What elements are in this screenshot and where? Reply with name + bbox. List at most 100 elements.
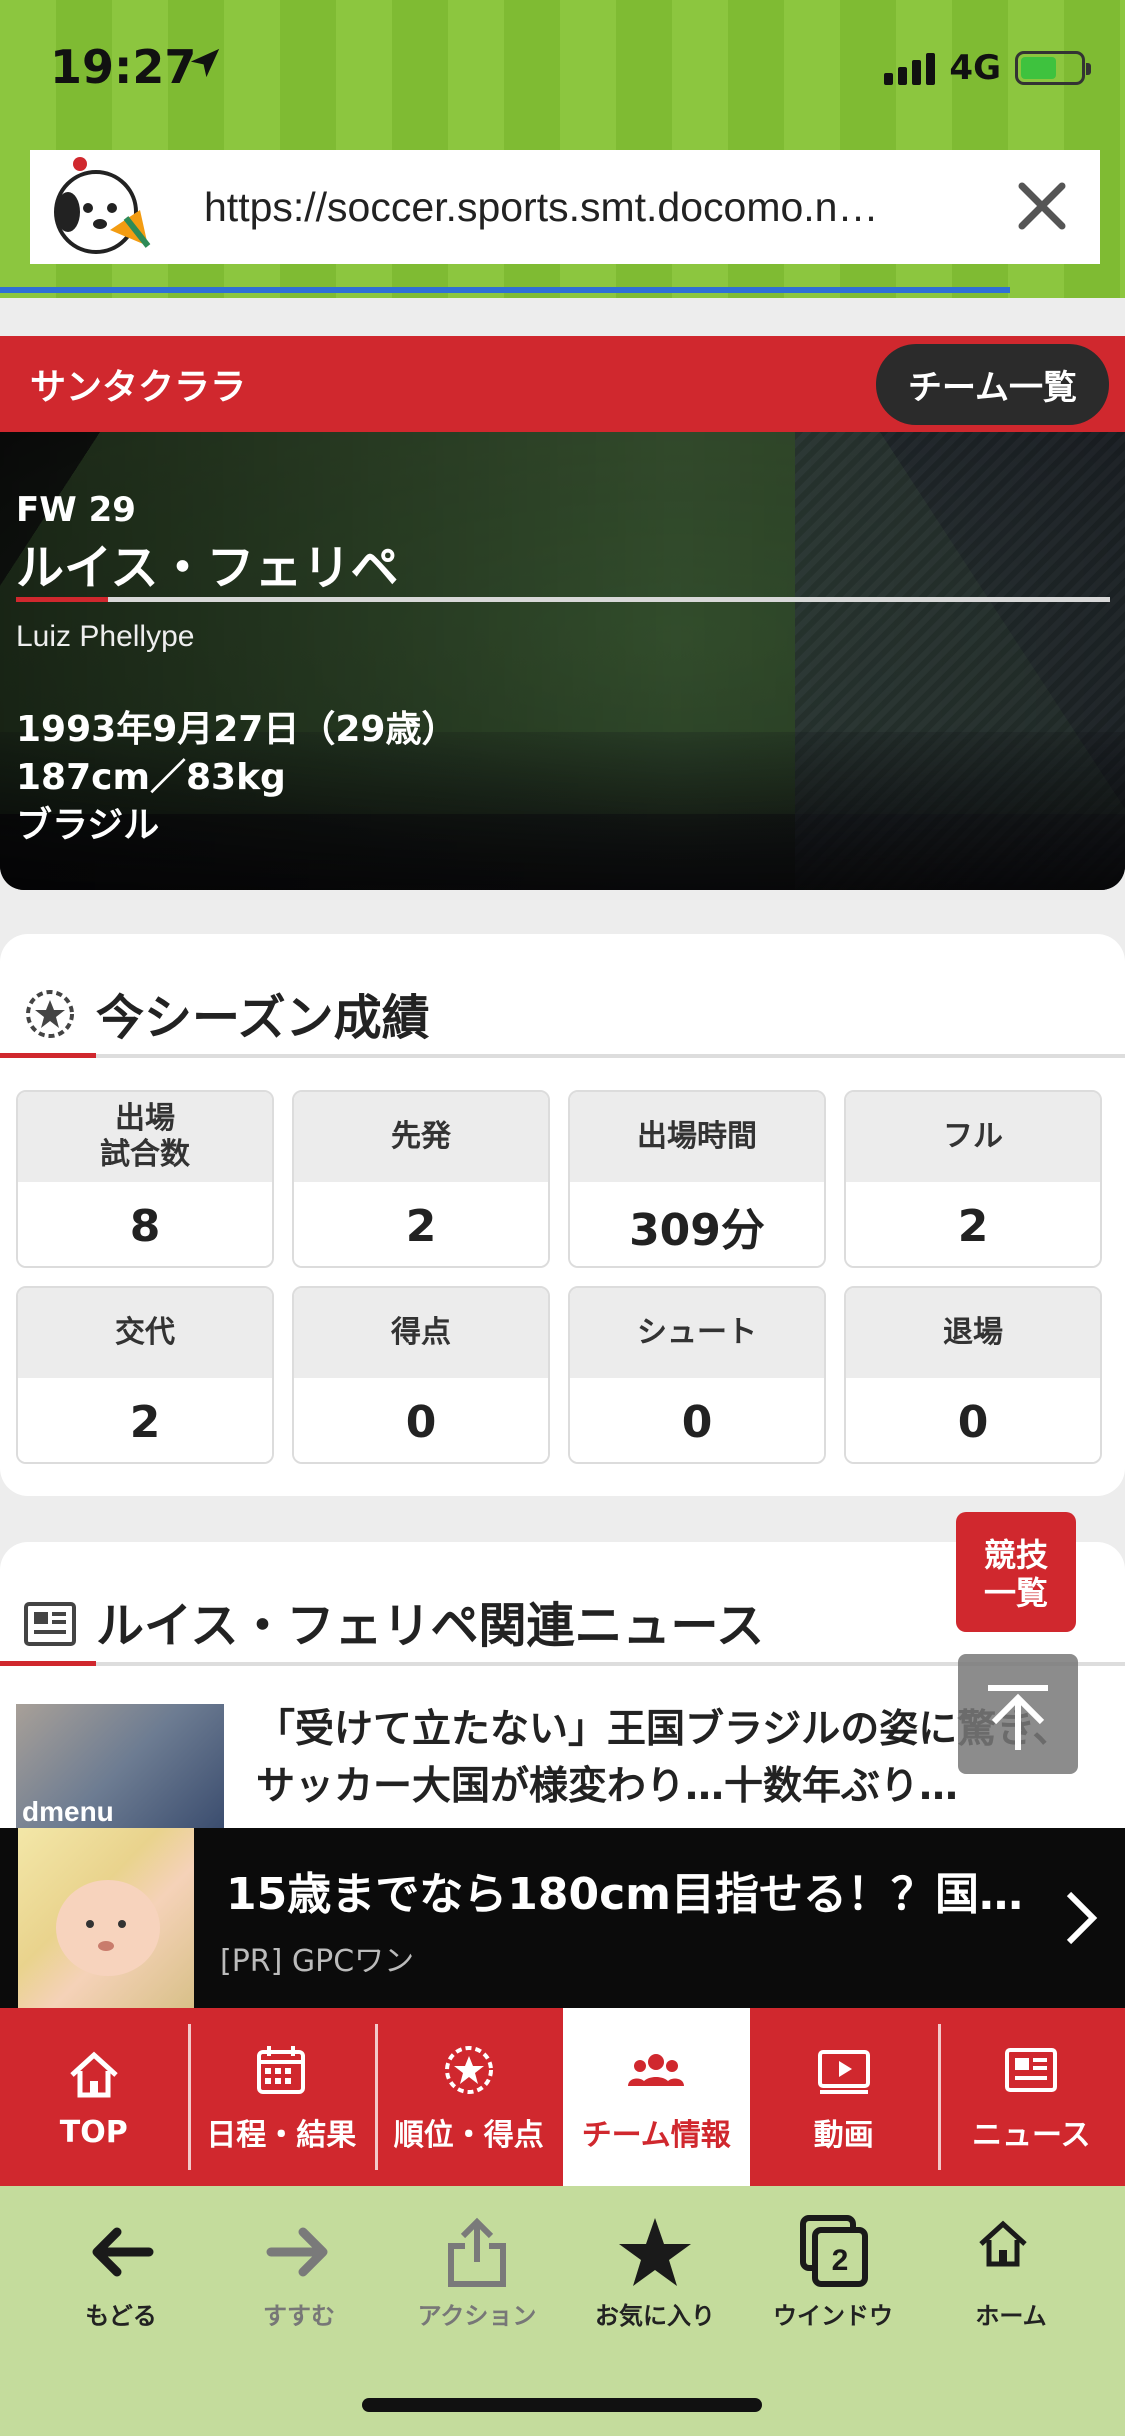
divider bbox=[16, 597, 1110, 602]
nav-label: ニュース bbox=[972, 2110, 1091, 2154]
page-load-progress bbox=[0, 287, 1010, 293]
team-header: サンタクララ チーム一覧 bbox=[0, 336, 1125, 432]
nav-item-2[interactable]: 順位・得点 bbox=[375, 2008, 563, 2186]
player-latin-name: Luiz Phellype bbox=[16, 620, 194, 654]
stat-value: 0 bbox=[294, 1378, 548, 1464]
nav-label: 日程・結果 bbox=[206, 2110, 356, 2154]
stat-label: 先発 bbox=[294, 1092, 548, 1182]
status-indicators: 4G bbox=[884, 48, 1085, 88]
nav-label: 動画 bbox=[814, 2110, 874, 2154]
news-icon bbox=[22, 1596, 78, 1652]
network-type: 4G bbox=[949, 48, 1001, 88]
ad-sponsor: [PR] GPCワン bbox=[220, 1936, 414, 1980]
team-icon bbox=[626, 2040, 686, 2100]
stat-value: 2 bbox=[18, 1378, 272, 1464]
star-icon bbox=[617, 2214, 693, 2290]
player-body: 187cm／83kg bbox=[16, 748, 286, 800]
toolbar-label: お気に入り bbox=[595, 2296, 715, 2331]
stat-cell: 出場時間 309分 bbox=[568, 1090, 826, 1268]
ad-image bbox=[18, 1828, 194, 2008]
trophy-icon bbox=[22, 986, 78, 1042]
player-nationality: ブラジル bbox=[16, 796, 159, 848]
team-list-button[interactable]: チーム一覧 bbox=[876, 344, 1109, 425]
toolbar-label: アクション bbox=[418, 2296, 537, 2331]
stat-label: 出場時間 bbox=[570, 1092, 824, 1182]
news-icon bbox=[1001, 2040, 1061, 2100]
toolbar-label: ホーム bbox=[975, 2296, 1046, 2331]
status-bar: 19:27 4G bbox=[0, 0, 1125, 140]
team-name: サンタクララ bbox=[30, 358, 246, 410]
toolbar-label: もどる bbox=[85, 2296, 157, 2331]
stat-cell: 交代 2 bbox=[16, 1286, 274, 1464]
toolbar-item-1[interactable]: すすむ bbox=[224, 2214, 374, 2331]
nav-item-1[interactable]: 日程・結果 bbox=[188, 2008, 376, 2186]
stat-cell: フル 2 bbox=[844, 1090, 1102, 1268]
stat-cell: 退場 0 bbox=[844, 1286, 1102, 1464]
video-icon bbox=[814, 2040, 874, 2100]
nav-label: チーム情報 bbox=[582, 2110, 731, 2154]
stat-label: 得点 bbox=[294, 1288, 548, 1378]
toolbar-label: すすむ bbox=[263, 2296, 335, 2331]
signal-icon bbox=[884, 51, 935, 85]
player-position-number: FW 29 bbox=[16, 490, 136, 530]
toolbar-label: ウインドウ bbox=[773, 2296, 893, 2331]
toolbar-item-4[interactable]: 2 ウインドウ bbox=[758, 2214, 908, 2331]
stat-label: 出場 試合数 bbox=[18, 1092, 272, 1182]
stat-label: 交代 bbox=[18, 1288, 272, 1378]
site-navigation: TOP 日程・結果 順位・得点 チーム情報 動画 ニュース bbox=[0, 2008, 1125, 2186]
stats-grid: 出場 試合数 8 先発 2 出場時間 309分 フル 2 交代 2 得点 0 シュート 0 退場 0 bbox=[16, 1090, 1110, 1464]
windows-icon: 2 bbox=[795, 2214, 871, 2290]
stat-value: 0 bbox=[570, 1378, 824, 1464]
stat-cell: シュート 0 bbox=[568, 1286, 826, 1464]
section-title: ルイス・フェリペ関連ニュース bbox=[96, 1586, 764, 1656]
url-bar[interactable]: https://soccer.sports.smt.docomo.n… bbox=[30, 150, 1100, 264]
stat-value: 309分 bbox=[570, 1182, 824, 1268]
stat-value: 8 bbox=[18, 1182, 272, 1268]
share-icon bbox=[439, 2214, 515, 2290]
nav-item-5[interactable]: ニュース bbox=[938, 2008, 1125, 2186]
arrow-up-icon bbox=[958, 1654, 1078, 1774]
home-icon bbox=[64, 2045, 124, 2105]
player-hero: FW 29 ルイス・フェリペ Luiz Phellype 1993年9月27日（… bbox=[0, 432, 1125, 890]
game-list-button[interactable]: 競技 一覧 bbox=[956, 1512, 1076, 1632]
news-thumbnail[interactable]: dmenu bbox=[16, 1704, 224, 1832]
site-mascot-logo bbox=[30, 150, 160, 264]
back-arrow-icon bbox=[83, 2214, 159, 2290]
stat-cell: 得点 0 bbox=[292, 1286, 550, 1464]
nav-item-3[interactable]: チーム情報 bbox=[563, 2008, 751, 2186]
close-icon[interactable] bbox=[1014, 178, 1070, 234]
nav-label: 順位・得点 bbox=[394, 2110, 544, 2154]
home-indicator[interactable] bbox=[362, 2398, 762, 2412]
forward-arrow-icon bbox=[261, 2214, 337, 2290]
status-time: 19:27 bbox=[50, 40, 196, 94]
stat-cell: 出場 試合数 8 bbox=[16, 1090, 274, 1268]
ad-banner[interactable]: 15歳までなら180cm目指せる！？国… [PR] GPCワン bbox=[0, 1828, 1125, 2008]
home-icon bbox=[973, 2214, 1049, 2290]
url-text[interactable]: https://soccer.sports.smt.docomo.n… bbox=[204, 184, 974, 231]
stat-label: シュート bbox=[570, 1288, 824, 1378]
toolbar-item-5[interactable]: ホーム bbox=[936, 2214, 1086, 2331]
stat-label: 退場 bbox=[846, 1288, 1100, 1378]
stat-value: 2 bbox=[846, 1182, 1100, 1268]
stat-value: 2 bbox=[294, 1182, 548, 1268]
scroll-to-top-button[interactable] bbox=[958, 1654, 1078, 1774]
trophy-icon bbox=[439, 2040, 499, 2100]
player-name: ルイス・フェリペ bbox=[16, 528, 399, 598]
toolbar-item-2[interactable]: アクション bbox=[402, 2214, 552, 2331]
svg-text:2: 2 bbox=[832, 2244, 849, 2277]
toolbar-item-0[interactable]: もどる bbox=[46, 2214, 196, 2331]
nav-item-4[interactable]: 動画 bbox=[750, 2008, 938, 2186]
battery-icon bbox=[1015, 51, 1085, 85]
stat-label: フル bbox=[846, 1092, 1100, 1182]
toolbar-item-3[interactable]: お気に入り bbox=[580, 2214, 730, 2331]
calendar-icon bbox=[251, 2040, 311, 2100]
player-birth: 1993年9月27日（29歳） bbox=[16, 700, 457, 752]
season-stats-card: 今シーズン成績 出場 試合数 8 先発 2 出場時間 309分 フル 2 交代 2 得点 0 シュート 0… bbox=[0, 934, 1125, 1496]
ad-title: 15歳までなら180cm目指せる！？国… bbox=[226, 1858, 1026, 1922]
nav-item-0[interactable]: TOP bbox=[0, 2008, 188, 2186]
dmenu-logo: dmenu bbox=[22, 1796, 114, 1828]
stat-cell: 先発 2 bbox=[292, 1090, 550, 1268]
location-arrow-icon bbox=[188, 46, 222, 80]
chevron-right-icon bbox=[1061, 1888, 1101, 1948]
browser-chrome-top: 19:27 4G https://soccer.sports.smt.docom… bbox=[0, 0, 1125, 298]
